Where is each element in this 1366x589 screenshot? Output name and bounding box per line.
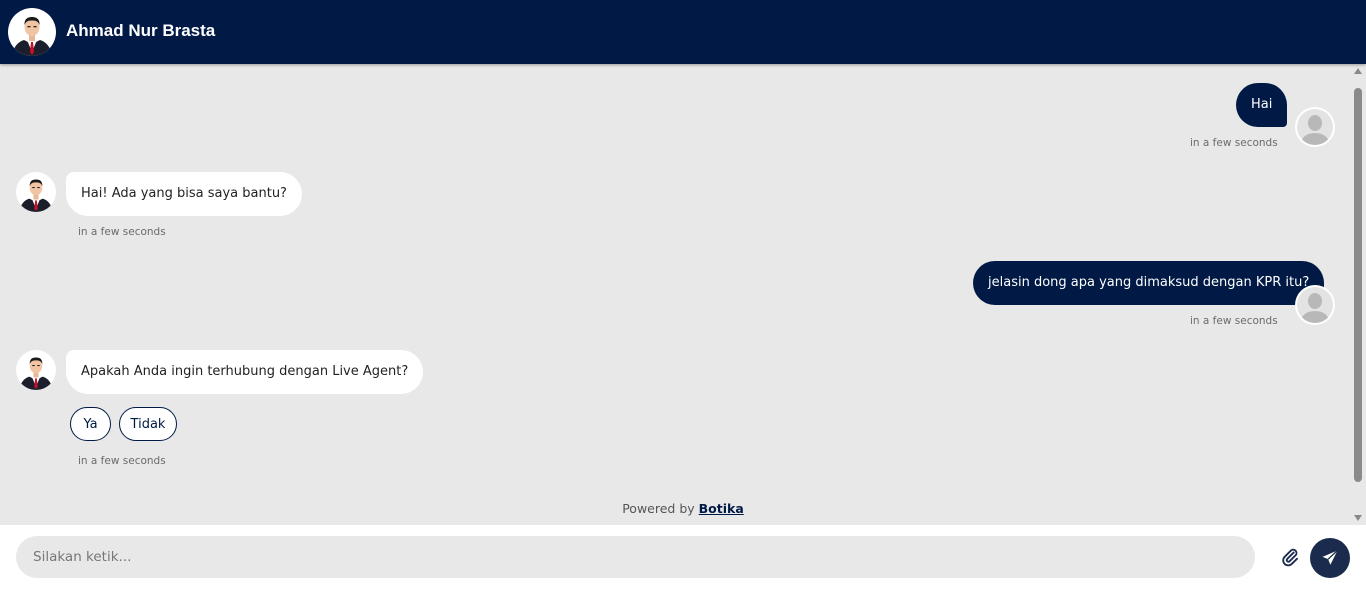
bot-message-bubble: Hai! Ada yang bisa saya bantu? (66, 172, 302, 216)
paper-plane-icon (1322, 550, 1338, 565)
botika-link[interactable]: Botika (699, 501, 744, 516)
scrollbar-thumb[interactable] (1354, 88, 1362, 482)
chat-header: Ahmad Nur Brasta (0, 0, 1366, 64)
send-button[interactable] (1310, 538, 1350, 578)
message-list[interactable]: Hai in a few seconds Hai! Ada yang bisa … (0, 64, 1366, 525)
composer (0, 525, 1366, 589)
quick-reply-ya[interactable]: Ya (70, 407, 111, 441)
bot-message-bubble: Apakah Anda ingin terhubung dengan Live … (66, 350, 424, 394)
quick-reply-tidak[interactable]: Tidak (119, 407, 177, 441)
powered-by: Powered by Botika (0, 501, 1366, 516)
bot-avatar (16, 350, 56, 390)
user-avatar (1295, 107, 1335, 147)
message-timestamp: in a few seconds (1190, 137, 1278, 149)
scroll-up-arrow-icon[interactable] (1354, 68, 1362, 74)
message-input[interactable] (16, 536, 1255, 578)
powered-by-label: Powered by (622, 501, 695, 516)
user-message-bubble: Hai (1236, 83, 1288, 127)
message-timestamp: in a few seconds (78, 455, 166, 467)
message-timestamp: in a few seconds (78, 226, 166, 238)
user-message-bubble: jelasin dong apa yang dimaksud dengan KP… (973, 261, 1325, 305)
agent-avatar (8, 8, 56, 56)
agent-name: Ahmad Nur Brasta (66, 21, 216, 40)
message-timestamp: in a few seconds (1190, 315, 1278, 327)
bot-avatar (16, 172, 56, 212)
user-avatar (1295, 285, 1335, 325)
scroll-down-arrow-icon[interactable] (1354, 515, 1362, 521)
scrollbar[interactable] (1351, 64, 1366, 525)
paperclip-icon[interactable] (1280, 547, 1300, 567)
